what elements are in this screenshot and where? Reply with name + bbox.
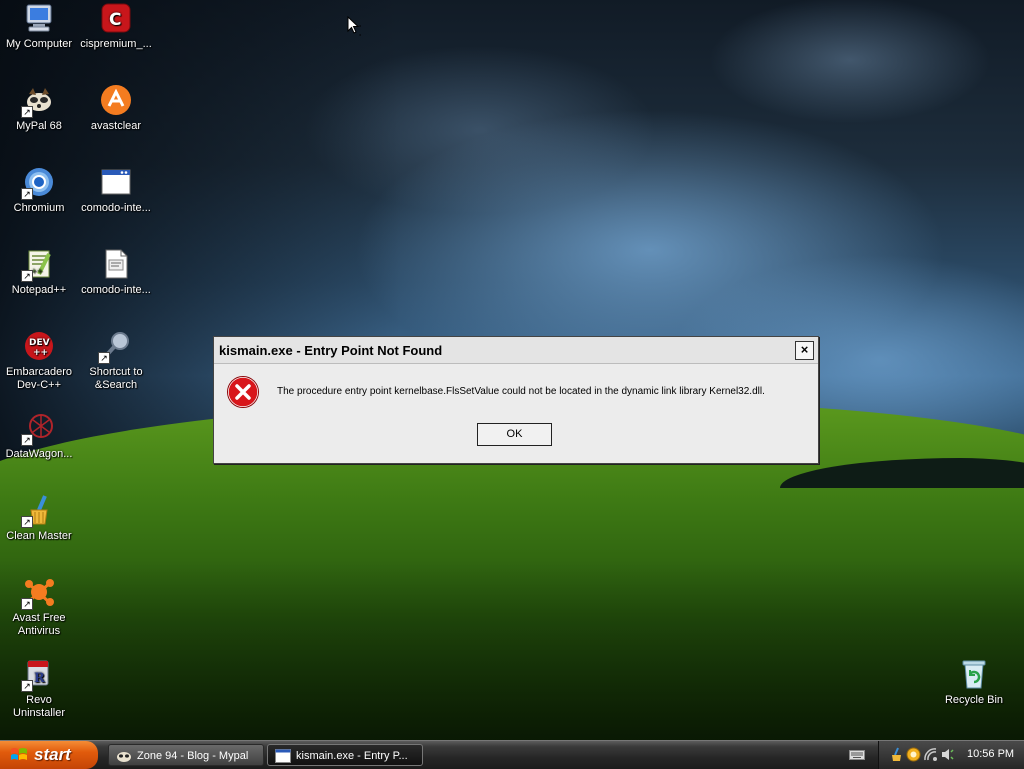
broom-icon: ↗ (21, 494, 55, 528)
comodo-tray-icon[interactable] (906, 747, 921, 762)
keyboard-icon[interactable] (849, 749, 865, 761)
computer-icon (23, 2, 55, 34)
window-icon (275, 749, 291, 763)
ok-button[interactable]: OK (477, 423, 552, 446)
desktop-icon-revo[interactable]: R ↗ Revo Uninstaller (1, 658, 77, 720)
svg-text:R: R (34, 671, 45, 686)
taskbar-button-mypal[interactable]: Zone 94 - Blog - Mypal (108, 744, 264, 766)
desktop-icon-avast-antivirus[interactable]: ↗ Avast Free Antivirus (1, 576, 77, 638)
desktop-icon-datawagon[interactable]: ↗ DataWagon... (1, 412, 77, 461)
taskbar: start Zone 94 - Blog - Mypal kismain.exe… (0, 740, 1024, 769)
desktop-icon-label: My Computer (5, 38, 73, 50)
desktop-icon-label: Clean Master (6, 530, 72, 542)
error-icon (227, 376, 259, 408)
desktop-icon-avastclear[interactable]: avastclear (78, 84, 154, 133)
recycle-bin-icon (958, 658, 990, 690)
desktop-icon-devcpp[interactable]: DEV ++ Embarcadero Dev-C++ (1, 330, 77, 392)
close-icon: × (800, 342, 809, 357)
error-dialog: kismain.exe - Entry Point Not Found × Th… (213, 336, 819, 464)
svg-text:++: ++ (33, 348, 48, 358)
devcpp-icon: DEV ++ (23, 330, 55, 362)
desktop-icon-label: comodo-inte... (81, 284, 151, 296)
desktop-icon-label: Embarcadero Dev-C++ (5, 366, 73, 391)
mypal-icon: ↗ (21, 84, 55, 118)
desktop-icon-label: MyPal 68 (16, 120, 62, 132)
taskbar-button-label: Zone 94 - Blog - Mypal (137, 750, 249, 762)
desktop-icon-notepad-plus[interactable]: ++ ↗ Notepad++ (1, 248, 77, 297)
system-tray: 10:56 PM (878, 741, 1024, 769)
window-icon (100, 166, 132, 198)
network-tray-icon[interactable] (923, 747, 938, 762)
shortcut-arrow-icon: ↗ (21, 516, 33, 528)
desktop-icon-cispremium[interactable]: C cispremium_... (78, 2, 154, 51)
notepad-plus-icon: ++ ↗ (21, 248, 55, 282)
mypal-icon (117, 752, 131, 762)
revo-icon: R ↗ (21, 658, 55, 692)
clock[interactable]: 10:56 PM (967, 748, 1014, 760)
close-button[interactable]: × (795, 341, 814, 360)
svg-text:DEV: DEV (29, 338, 50, 348)
shortcut-arrow-icon: ↗ (21, 680, 33, 692)
desktop-icon-label: Revo Uninstaller (13, 694, 65, 719)
shortcut-arrow-icon: ↗ (21, 598, 33, 610)
clean-master-tray-icon[interactable] (889, 747, 904, 762)
desktop-icon-label: DataWagon... (5, 448, 73, 460)
document-icon (100, 248, 132, 280)
desktop-icon-label: Notepad++ (11, 284, 67, 296)
desktop-icon-my-computer[interactable]: My Computer (1, 2, 77, 51)
desktop-icon-chromium[interactable]: ↗ Chromium (1, 166, 77, 215)
shortcut-arrow-icon: ↗ (21, 434, 33, 446)
desktop-icon-recycle-bin[interactable]: Recycle Bin (936, 658, 1012, 707)
volume-tray-icon[interactable] (940, 747, 955, 762)
datawagon-icon: ↗ (21, 412, 55, 446)
taskbar-button-label: kismain.exe - Entry P... (296, 750, 408, 762)
grass-shadow (0, 560, 1024, 740)
desktop-icon-shortcut-search[interactable]: ↗ Shortcut to &Search (78, 330, 154, 392)
desktop-icon-label: Shortcut to &Search (89, 366, 143, 391)
desktop-icon-label: cispremium_... (80, 38, 152, 50)
dialog-titlebar[interactable]: kismain.exe - Entry Point Not Found × (214, 337, 818, 364)
chromium-icon: ↗ (21, 166, 55, 200)
desktop-icon-mypal[interactable]: ↗ MyPal 68 (1, 84, 77, 133)
avast-icon: ↗ (21, 576, 55, 610)
start-button[interactable]: start (0, 741, 98, 769)
busy-cursor-icon (347, 16, 361, 36)
shortcut-arrow-icon: ↗ (21, 188, 33, 200)
shortcut-arrow-icon: ↗ (21, 106, 33, 118)
desktop-icon-label: Avast Free Antivirus (12, 612, 66, 637)
shortcut-arrow-icon: ↗ (21, 270, 33, 282)
taskbar-button-kismain[interactable]: kismain.exe - Entry P... (267, 744, 423, 766)
error-message: The procedure entry point kernelbase.Fls… (277, 386, 765, 397)
dialog-title: kismain.exe - Entry Point Not Found (219, 343, 443, 358)
desktop-icon-label: Chromium (13, 202, 65, 214)
comodo-icon: C (100, 2, 132, 34)
desktop-icon-label: Recycle Bin (944, 694, 1004, 706)
avast-icon (100, 84, 132, 116)
search-icon: ↗ (98, 330, 132, 364)
windows-logo-icon (11, 748, 27, 760)
desktop-icon-label: comodo-inte... (81, 202, 151, 214)
desktop-icon-label: avastclear (90, 120, 142, 132)
desktop-icon-comodo-inte-1[interactable]: comodo-inte... (78, 166, 154, 215)
desktop-icon-clean-master[interactable]: ↗ Clean Master (1, 494, 77, 543)
desktop-icon-comodo-inte-2[interactable]: comodo-inte... (78, 248, 154, 297)
start-label: start (34, 745, 71, 764)
shortcut-arrow-icon: ↗ (98, 352, 110, 364)
svg-text:C: C (109, 10, 121, 30)
